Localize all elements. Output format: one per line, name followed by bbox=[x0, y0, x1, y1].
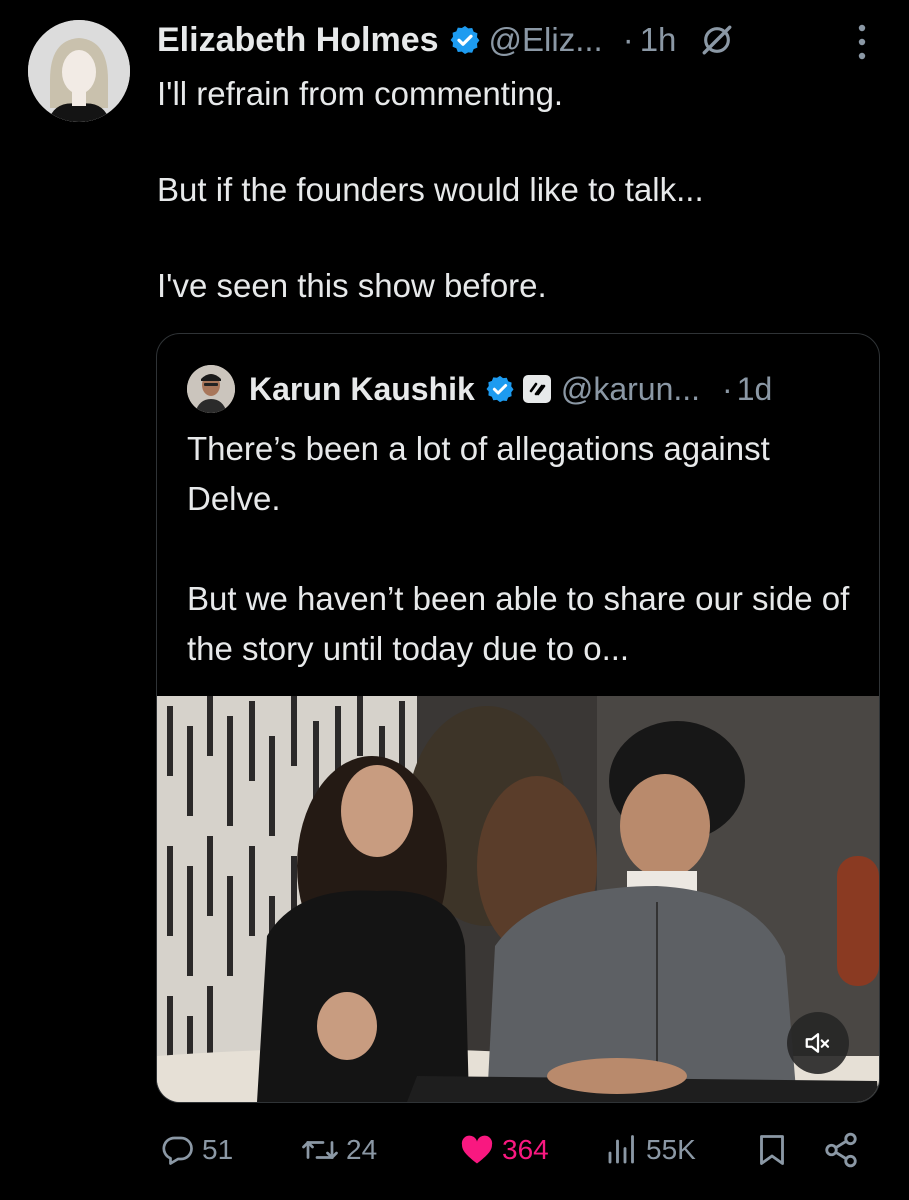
quote-video[interactable] bbox=[157, 696, 879, 1102]
quote-author-handle[interactable]: @karun... bbox=[561, 371, 700, 408]
verified-badge-icon bbox=[486, 375, 514, 403]
verified-badge-icon bbox=[450, 26, 479, 54]
views-button[interactable]: 55K bbox=[604, 1132, 696, 1168]
grok-icon[interactable] bbox=[700, 23, 734, 57]
reply-icon bbox=[162, 1136, 193, 1165]
reply-button[interactable]: 51 bbox=[160, 1132, 233, 1168]
reply-count: 51 bbox=[202, 1134, 234, 1165]
like-count: 364 bbox=[502, 1134, 549, 1165]
heart-filled-icon bbox=[461, 1135, 493, 1164]
muted-speaker-icon bbox=[805, 1033, 830, 1053]
author-handle[interactable]: @Eliz... bbox=[489, 21, 603, 59]
share-button[interactable] bbox=[822, 1131, 866, 1169]
bookmark-icon bbox=[760, 1135, 784, 1165]
author-name[interactable]: Elizabeth Holmes bbox=[157, 21, 439, 60]
views-count: 55K bbox=[646, 1134, 696, 1165]
bookmark-button[interactable] bbox=[754, 1131, 796, 1169]
share-icon bbox=[825, 1132, 857, 1168]
video-thumbnail bbox=[157, 696, 879, 1102]
views-chart-icon bbox=[608, 1135, 634, 1164]
post-time[interactable]: 1h bbox=[640, 21, 677, 59]
affiliate-logo-icon bbox=[529, 382, 546, 396]
affiliate-badge-icon[interactable] bbox=[522, 375, 551, 403]
quote-author-name[interactable]: Karun Kaushik bbox=[249, 371, 475, 408]
author-avatar[interactable] bbox=[28, 20, 130, 122]
quote-avatar-image bbox=[187, 365, 235, 413]
quote-header: Karun Kaushik @karun... · 1d bbox=[187, 364, 859, 414]
more-vertical-icon[interactable] bbox=[857, 22, 867, 62]
repost-count: 24 bbox=[346, 1134, 378, 1165]
quote-header-separator: · bbox=[722, 370, 733, 407]
quoted-tweet[interactable]: Karun Kaushik @karun... · 1d There’s bee… bbox=[156, 333, 880, 1103]
action-bar: 51 24 364 55K bbox=[160, 1122, 870, 1178]
tweet-text: I'll refrain from commenting. But if the… bbox=[157, 75, 704, 304]
repost-button[interactable]: 24 bbox=[300, 1132, 377, 1168]
tweet-header: Elizabeth Holmes @Eliz... · 1h bbox=[157, 14, 869, 66]
mute-toggle-button[interactable] bbox=[787, 1012, 849, 1074]
like-button[interactable]: 364 bbox=[458, 1132, 549, 1168]
quote-post-time[interactable]: 1d bbox=[737, 371, 773, 408]
quote-author-avatar[interactable] bbox=[187, 365, 235, 413]
header-separator: · bbox=[622, 21, 634, 58]
repost-icon bbox=[302, 1141, 338, 1159]
author-avatar-image bbox=[28, 20, 130, 122]
quote-text: There’s been a lot of allegations agains… bbox=[187, 430, 850, 667]
